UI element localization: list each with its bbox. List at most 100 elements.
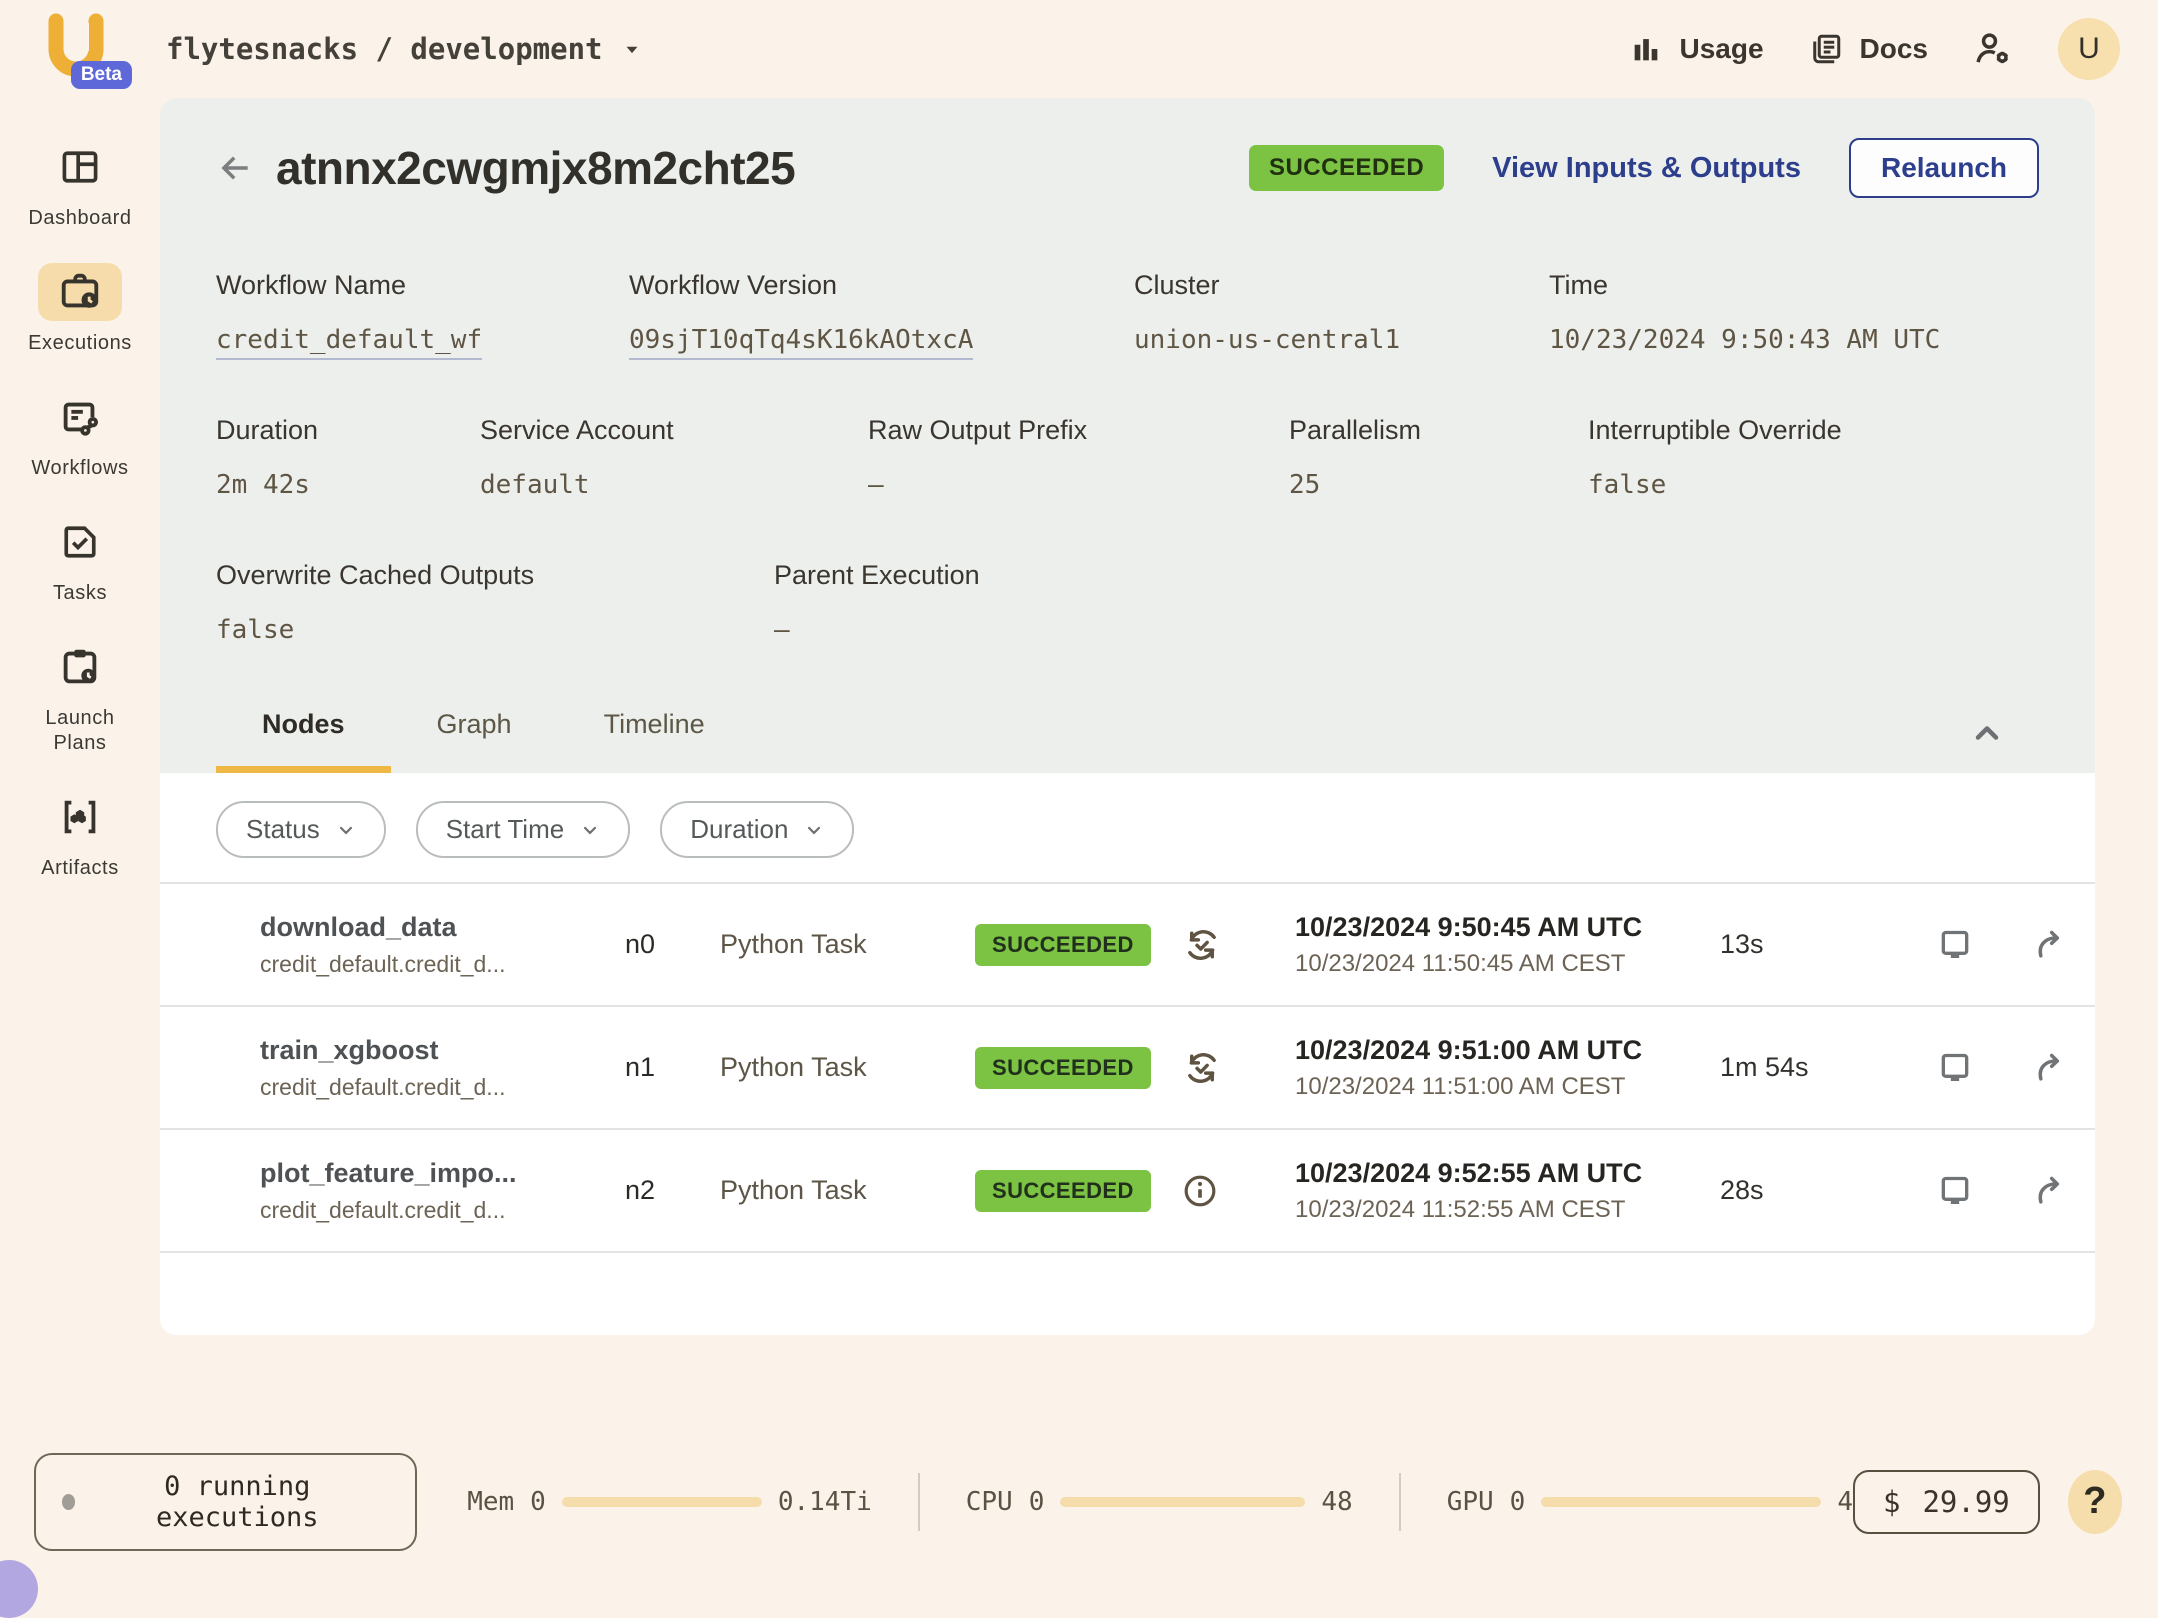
sidebar-item-executions[interactable]: Executions — [28, 263, 132, 356]
chevron-down-icon — [580, 820, 600, 840]
sidebar: Dashboard Executions — [0, 98, 160, 881]
redo-arrow-icon — [2030, 1048, 2070, 1088]
title-row: atnnx2cwgmjx8m2cht25 SUCCEEDED View Inpu… — [216, 98, 2039, 198]
cost-button[interactable]: $ 29.99 — [1853, 1470, 2040, 1534]
chevron-down-icon — [804, 820, 824, 840]
sidebar-item-artifacts[interactable]: Artifacts — [38, 788, 122, 881]
help-button[interactable]: ? — [2068, 1470, 2122, 1534]
node-id: n0 — [625, 929, 720, 960]
docs-label: Docs — [1860, 33, 1928, 65]
task-type: Python Task — [720, 929, 975, 960]
question-mark-icon: ? — [2083, 1480, 2106, 1523]
node-time-cell: 10/23/2024 9:50:45 AM UTC 10/23/2024 11:… — [1295, 912, 1720, 978]
info-icon[interactable] — [1180, 1171, 1295, 1211]
chevron-up-icon — [1969, 715, 2005, 751]
tab-nodes[interactable]: Nodes — [216, 709, 391, 773]
detail-parallelism: Parallelism 25 — [1289, 415, 1588, 500]
sidebar-item-tasks[interactable]: Tasks — [38, 513, 122, 606]
docs-icon — [1808, 31, 1844, 67]
usage-label: Usage — [1679, 33, 1763, 65]
title-actions: SUCCEEDED View Inputs & Outputs Relaunch — [1249, 138, 2039, 198]
detail-overwrite-cached-outputs: Overwrite Cached Outputs false — [216, 560, 774, 645]
nodes-section: Status Start Time Duration down — [160, 773, 2095, 1335]
node-duration: 28s — [1720, 1175, 1935, 1206]
sidebar-label-artifacts: Artifacts — [41, 856, 119, 881]
status-dot-icon — [62, 1494, 75, 1510]
status-badge: SUCCEEDED — [975, 1047, 1151, 1089]
divider — [918, 1473, 920, 1531]
table-row[interactable]: train_xgboost credit_default.credit_d...… — [160, 1007, 2095, 1130]
cpu-meter: CPU 0 48 — [966, 1487, 1353, 1517]
user-settings-button[interactable] — [1972, 28, 2014, 70]
status-badge: SUCCEEDED — [975, 924, 1151, 966]
execution-header-section: atnnx2cwgmjx8m2cht25 SUCCEEDED View Inpu… — [160, 98, 2095, 773]
sidebar-label-workflows: Workflows — [31, 456, 128, 481]
usage-button[interactable]: Usage — [1629, 32, 1763, 66]
cache-status-icon[interactable] — [1180, 923, 1295, 967]
sidebar-item-launch-plans[interactable]: Launch Plans — [20, 638, 140, 756]
union-logo[interactable]: Beta — [40, 13, 120, 85]
monitor-icon — [1935, 1048, 1975, 1088]
execution-panel: atnnx2cwgmjx8m2cht25 SUCCEEDED View Inpu… — [160, 98, 2095, 1335]
detail-raw-output-prefix: Raw Output Prefix – — [868, 415, 1289, 500]
node-time-cell: 10/23/2024 9:51:00 AM UTC 10/23/2024 11:… — [1295, 1035, 1720, 1101]
workflow-name-link[interactable]: credit_default_wf — [216, 325, 482, 360]
docs-button[interactable]: Docs — [1808, 31, 1928, 67]
back-button[interactable] — [216, 149, 254, 187]
view-inputs-outputs-link[interactable]: View Inputs & Outputs — [1492, 152, 1801, 185]
rerun-button[interactable] — [2030, 1171, 2070, 1211]
detail-interruptible-override: Interruptible Override false — [1588, 415, 2039, 500]
tab-graph[interactable]: Graph — [391, 709, 558, 773]
table-row[interactable]: download_data credit_default.credit_d...… — [160, 884, 2095, 1007]
top-nav: Usage Docs — [1629, 18, 2120, 80]
cpu-bar — [1060, 1497, 1305, 1507]
monitor-icon — [1935, 925, 1975, 965]
detail-workflow-name: Workflow Name credit_default_wf — [216, 270, 629, 355]
node-name-cell[interactable]: plot_feature_impo... credit_default.cred… — [260, 1158, 625, 1224]
artifacts-icon — [38, 788, 122, 846]
node-duration: 1m 54s — [1720, 1052, 1935, 1083]
tab-timeline[interactable]: Timeline — [558, 709, 751, 773]
sidebar-item-dashboard[interactable]: Dashboard — [28, 138, 131, 231]
dollar-icon: $ — [1883, 1485, 1900, 1519]
cache-status-icon[interactable] — [1180, 1046, 1295, 1090]
table-row[interactable]: plot_feature_impo... credit_default.cred… — [160, 1130, 2095, 1253]
executions-icon — [38, 263, 122, 321]
filter-status[interactable]: Status — [216, 801, 386, 858]
status-badge: SUCCEEDED — [1249, 145, 1444, 191]
status-bar: 0 running executions Mem 0 0.14Ti CPU 0 … — [0, 1433, 2158, 1588]
tasks-icon — [38, 513, 122, 571]
execution-title: atnnx2cwgmjx8m2cht25 — [276, 141, 795, 195]
running-executions-button[interactable]: 0 running executions — [34, 1453, 417, 1551]
launch-plans-icon — [38, 638, 122, 696]
node-name-cell[interactable]: train_xgboost credit_default.credit_d... — [260, 1035, 625, 1101]
workflow-version-link[interactable]: 09sjT10qTq4sK16kAOtxcA — [629, 325, 973, 360]
detail-service-account: Service Account default — [480, 415, 868, 500]
project-domain-selector[interactable]: flytesnacks / development — [166, 32, 643, 66]
sidebar-item-workflows[interactable]: Workflows — [31, 388, 128, 481]
filter-duration[interactable]: Duration — [660, 801, 854, 858]
avatar[interactable]: U — [2058, 18, 2120, 80]
avatar-initial: U — [2078, 32, 2100, 66]
app-root: Beta flytesnacks / development Usage — [0, 0, 2158, 1335]
node-name-cell[interactable]: download_data credit_default.credit_d... — [260, 912, 625, 978]
bar-chart-icon — [1629, 32, 1663, 66]
logs-button[interactable] — [1935, 1048, 1975, 1088]
gpu-bar — [1541, 1497, 1821, 1507]
tabs: Nodes Graph Timeline — [216, 709, 751, 773]
rerun-button[interactable] — [2030, 1048, 2070, 1088]
detail-time: Time 10/23/2024 9:50:43 AM UTC — [1549, 270, 2039, 355]
logs-button[interactable] — [1935, 1171, 1975, 1211]
memory-bar — [562, 1497, 762, 1507]
relaunch-button[interactable]: Relaunch — [1849, 138, 2039, 198]
brand-area: Beta flytesnacks / development — [40, 13, 643, 85]
sidebar-label-tasks: Tasks — [53, 581, 107, 606]
collapse-details-button[interactable] — [1969, 715, 2039, 773]
beta-badge: Beta — [71, 61, 132, 89]
divider — [1399, 1473, 1401, 1531]
detail-workflow-version: Workflow Version 09sjT10qTq4sK16kAOtxcA — [629, 270, 1134, 355]
rerun-button[interactable] — [2030, 925, 2070, 965]
filter-start-time[interactable]: Start Time — [416, 801, 630, 858]
logs-button[interactable] — [1935, 925, 1975, 965]
sidebar-label-executions: Executions — [28, 331, 132, 356]
